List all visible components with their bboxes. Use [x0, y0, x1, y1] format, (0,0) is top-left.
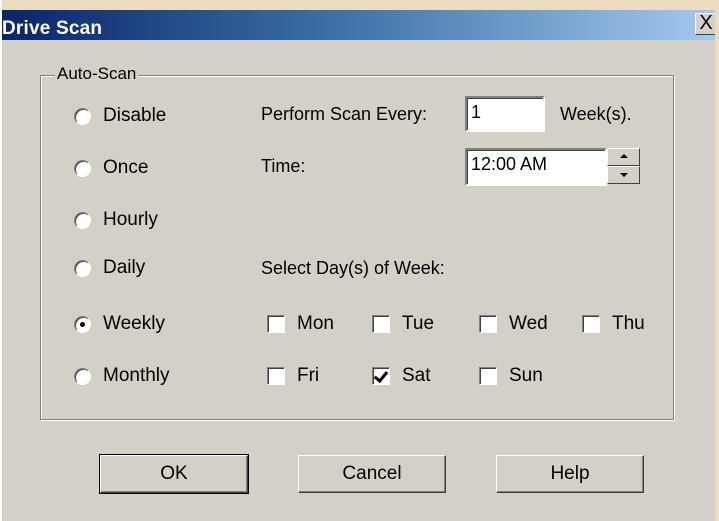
- time-input[interactable]: 12:00 AM: [465, 148, 607, 186]
- checkbox-fri-label: Fri: [297, 365, 320, 386]
- checkbox-wed-label: Wed: [509, 313, 548, 334]
- help-button[interactable]: Help: [496, 455, 644, 493]
- time-label: Time:: [261, 156, 306, 176]
- checkbox-tue-label: Tue: [402, 313, 435, 334]
- checkbox-fri[interactable]: Fri: [267, 364, 319, 388]
- checkbox-mon-box[interactable]: [267, 315, 285, 333]
- auto-scan-group-label: Auto-Scan: [55, 64, 139, 84]
- desktop-edge: [715, 0, 719, 521]
- radio-daily[interactable]: Daily: [74, 256, 145, 280]
- radio-once[interactable]: Once: [74, 156, 148, 180]
- time-spinner[interactable]: [607, 148, 640, 186]
- perform-scan-every-label: Perform Scan Every:: [261, 104, 428, 124]
- radio-hourly[interactable]: Hourly: [74, 208, 158, 232]
- cancel-button-label: Cancel: [342, 463, 402, 484]
- drive-scan-dialog: Drive Scan X Auto-Scan Disable Once Hour…: [0, 0, 719, 521]
- radio-hourly-label: Hourly: [103, 209, 158, 230]
- time-up-arrow-icon[interactable]: [607, 148, 640, 166]
- title-bar[interactable]: Drive Scan X: [2, 0, 719, 40]
- checkbox-sat-box[interactable]: [372, 367, 390, 385]
- checkbox-tue[interactable]: Tue: [372, 312, 434, 336]
- checkbox-tue-box[interactable]: [372, 315, 390, 333]
- radio-once-label: Once: [103, 157, 149, 178]
- radio-daily-indicator[interactable]: [74, 259, 91, 277]
- ok-button-label: OK: [160, 463, 188, 484]
- checkbox-thu[interactable]: Thu: [582, 312, 645, 336]
- select-days-label: Select Day(s) of Week:: [261, 258, 445, 278]
- checkbox-thu-label: Thu: [612, 313, 645, 334]
- radio-weekly[interactable]: Weekly: [74, 312, 165, 336]
- radio-hourly-indicator[interactable]: [74, 211, 91, 229]
- checkbox-thu-box[interactable]: [582, 315, 600, 333]
- checkbox-mon-label: Mon: [297, 313, 334, 334]
- checkbox-wed-box[interactable]: [479, 315, 497, 333]
- radio-once-indicator[interactable]: [74, 159, 91, 177]
- radio-disable[interactable]: Disable: [74, 104, 166, 128]
- checkbox-fri-box[interactable]: [267, 367, 285, 385]
- checkbox-sun-label: Sun: [509, 365, 543, 386]
- cancel-button[interactable]: Cancel: [298, 455, 446, 493]
- window-title: Drive Scan: [2, 18, 103, 39]
- checkbox-sun[interactable]: Sun: [479, 364, 543, 388]
- radio-disable-label: Disable: [103, 105, 167, 126]
- radio-daily-label: Daily: [103, 257, 146, 278]
- checkbox-wed[interactable]: Wed: [479, 312, 548, 336]
- radio-disable-indicator[interactable]: [74, 107, 91, 125]
- radio-monthly-indicator[interactable]: [74, 367, 91, 385]
- close-icon: X: [699, 12, 713, 34]
- time-down-arrow-icon[interactable]: [607, 166, 640, 184]
- help-button-label: Help: [550, 463, 590, 484]
- radio-monthly-label: Monthly: [103, 365, 170, 386]
- close-button[interactable]: X: [695, 13, 717, 35]
- radio-monthly[interactable]: Monthly: [74, 364, 170, 388]
- checkbox-sat-label: Sat: [402, 365, 431, 386]
- scan-interval-value: 1: [471, 102, 482, 122]
- checkbox-sat[interactable]: Sat: [372, 364, 431, 388]
- time-value: 12:00 AM: [471, 154, 548, 174]
- radio-weekly-indicator[interactable]: [74, 315, 91, 333]
- scan-interval-input[interactable]: 1: [465, 96, 545, 132]
- radio-weekly-label: Weekly: [103, 313, 165, 334]
- checkbox-mon[interactable]: Mon: [267, 312, 334, 336]
- ok-button[interactable]: OK: [99, 454, 249, 494]
- checkbox-sun-box[interactable]: [479, 367, 497, 385]
- interval-unit-label: Week(s).: [560, 104, 632, 124]
